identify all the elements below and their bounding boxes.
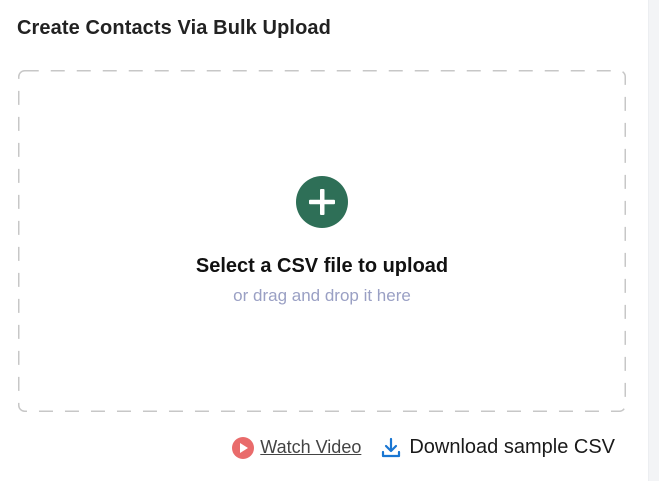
csv-dropzone[interactable]: Select a CSV file to upload or drag and … <box>18 70 626 412</box>
download-sample-csv-link[interactable]: Download sample CSV <box>381 436 615 459</box>
bulk-upload-panel: Create Contacts Via Bulk Upload Select a… <box>0 0 648 481</box>
add-file-button[interactable] <box>296 176 348 228</box>
download-icon <box>382 437 401 457</box>
watch-video-link[interactable]: Watch Video <box>232 436 361 459</box>
play-circle-icon <box>232 436 255 459</box>
footer-actions: Watch Video Download sample CSV <box>232 436 615 459</box>
dropzone-primary-text: Select a CSV file to upload <box>195 255 449 277</box>
page-title: Create Contacts Via Bulk Upload <box>17 17 331 39</box>
right-scroll-rail <box>648 0 659 481</box>
watch-video-label[interactable]: Watch Video <box>260 437 361 458</box>
plus-circle-icon <box>309 189 335 215</box>
download-sample-csv-label[interactable]: Download sample CSV <box>409 436 615 459</box>
dropzone-secondary-text: or drag and drop it here <box>233 286 411 305</box>
dropzone-border <box>18 70 626 412</box>
